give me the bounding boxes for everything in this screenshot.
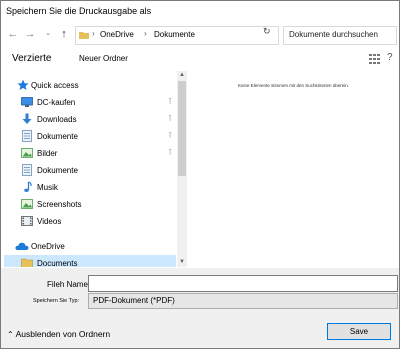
nav-item-label: Bilder bbox=[37, 149, 58, 158]
hide-folders-label: Ausblenden von Ordnern bbox=[15, 329, 111, 339]
filename-input[interactable] bbox=[88, 275, 398, 292]
nav-item-dc-kaufen[interactable]: DC-kaufen ⊺ bbox=[4, 94, 176, 111]
scroll-down-icon[interactable]: ▼ bbox=[177, 258, 187, 267]
nav-item-label: Videos bbox=[37, 217, 62, 226]
cloud-icon bbox=[15, 242, 29, 250]
nav-item-videos[interactable]: Videos bbox=[4, 213, 176, 230]
documents-icon bbox=[22, 164, 32, 176]
nav-item-label: Downloads bbox=[37, 115, 77, 124]
pin-icon[interactable]: ⊺ bbox=[168, 114, 172, 123]
nav-item-downloads[interactable]: Downloads ⊺ bbox=[4, 111, 176, 128]
view-options-icon[interactable] bbox=[369, 54, 381, 64]
nav-item-label: Documents bbox=[37, 259, 78, 267]
organize-button[interactable]: Verzierte bbox=[12, 53, 51, 64]
navigation-pane: Quick access DC-kaufen ⊺ Downloads ⊺ Dok… bbox=[4, 71, 176, 267]
address-row: ← → ⌄ ↑ › OneDrive › Dokumente ⌄ ↻ Dokum… bbox=[1, 24, 399, 46]
bottom-pane: Fileh Namen an: Speichern Sie Typ: PDF-D… bbox=[1, 268, 399, 348]
folder-icon bbox=[21, 258, 33, 267]
pin-icon[interactable]: ⊺ bbox=[168, 97, 172, 106]
window-title: Speichern Sie die Druckausgabe als bbox=[6, 6, 152, 16]
nav-item-label: Musik bbox=[37, 183, 58, 192]
search-placeholder: Dokumente durchsuchen bbox=[289, 30, 378, 39]
nav-scrollbar[interactable]: ▲ ▼ bbox=[177, 71, 187, 267]
nav-item-screenshots[interactable]: Screenshots bbox=[4, 196, 176, 213]
help-icon[interactable]: ? bbox=[387, 52, 393, 63]
arrow-left-icon[interactable]: ← bbox=[6, 27, 20, 41]
breadcrumb-separator: › bbox=[92, 29, 95, 38]
search-input[interactable]: Dokumente durchsuchen bbox=[283, 26, 397, 45]
documents-icon bbox=[22, 130, 32, 142]
nav-item-bilder[interactable]: Bilder ⊺ bbox=[4, 145, 176, 162]
pin-icon[interactable]: ⊺ bbox=[168, 148, 172, 157]
new-folder-button[interactable]: Neuer Ordner bbox=[79, 54, 128, 63]
folder-icon bbox=[79, 32, 89, 39]
arrow-up-icon[interactable]: ↑ bbox=[57, 27, 71, 41]
breadcrumb-dokumente[interactable]: Dokumente bbox=[154, 30, 195, 39]
nav-item-label: Dokumente bbox=[37, 166, 78, 175]
chevron-up-icon: ⌃ bbox=[7, 330, 14, 339]
pin-icon[interactable]: ⊺ bbox=[168, 131, 172, 140]
address-bar[interactable]: › OneDrive › Dokumente ⌄ bbox=[75, 26, 315, 45]
scrollbar-thumb[interactable] bbox=[178, 81, 186, 176]
file-list[interactable]: Keine Elemente stimmen mit den Suchkrite… bbox=[188, 71, 399, 267]
hide-folders-button[interactable]: ⌃ Ausblenden von Ordnern bbox=[7, 329, 110, 339]
nav-item-label: Screenshots bbox=[37, 200, 82, 209]
pictures-icon bbox=[21, 148, 33, 158]
chevron-down-icon[interactable]: ⌄ bbox=[41, 27, 55, 41]
nav-item-label: OneDrive bbox=[31, 242, 65, 251]
video-icon bbox=[21, 216, 33, 226]
breadcrumb-onedrive[interactable]: OneDrive bbox=[100, 30, 134, 39]
filetype-select[interactable]: PDF-Dokument (*PDF) bbox=[88, 293, 398, 309]
empty-message: Keine Elemente stimmen mit den Suchkrite… bbox=[237, 83, 350, 88]
nav-item-quick-access[interactable]: Quick access bbox=[4, 77, 176, 94]
nav-item-label: DC-kaufen bbox=[37, 98, 76, 107]
nav-item-dokumente-2[interactable]: Dokumente bbox=[4, 162, 176, 179]
nav-item-onedrive[interactable]: OneDrive bbox=[4, 238, 176, 255]
filetype-value: PDF-Dokument (*PDF) bbox=[93, 296, 175, 305]
music-icon bbox=[24, 181, 32, 192]
scroll-up-icon[interactable]: ▲ bbox=[177, 71, 187, 80]
nav-item-documents[interactable]: Documents bbox=[4, 255, 176, 267]
save-dialog: Speichern Sie die Druckausgabe als ← → ⌄… bbox=[0, 0, 400, 349]
nav-item-dokumente[interactable]: Dokumente ⊺ bbox=[4, 128, 176, 145]
breadcrumb-separator: › bbox=[144, 29, 147, 38]
monitor-icon bbox=[21, 97, 33, 107]
command-bar: Verzierte Neuer Ordner ? bbox=[1, 49, 399, 69]
nav-item-label: Dokumente bbox=[37, 132, 78, 141]
nav-item-label: Quick access bbox=[31, 81, 79, 90]
filetype-label: Speichern Sie Typ: bbox=[33, 298, 80, 304]
arrow-right-icon[interactable]: → bbox=[23, 27, 37, 41]
title-bar: Speichern Sie die Druckausgabe als bbox=[1, 1, 399, 23]
pictures-icon bbox=[21, 199, 33, 209]
download-icon bbox=[22, 113, 32, 124]
nav-item-musik[interactable]: Musik bbox=[4, 179, 176, 196]
star-icon bbox=[17, 79, 29, 90]
refresh-icon[interactable]: ↻ bbox=[263, 26, 271, 37]
save-button[interactable]: Save bbox=[327, 323, 391, 340]
save-button-label: Save bbox=[349, 327, 369, 336]
